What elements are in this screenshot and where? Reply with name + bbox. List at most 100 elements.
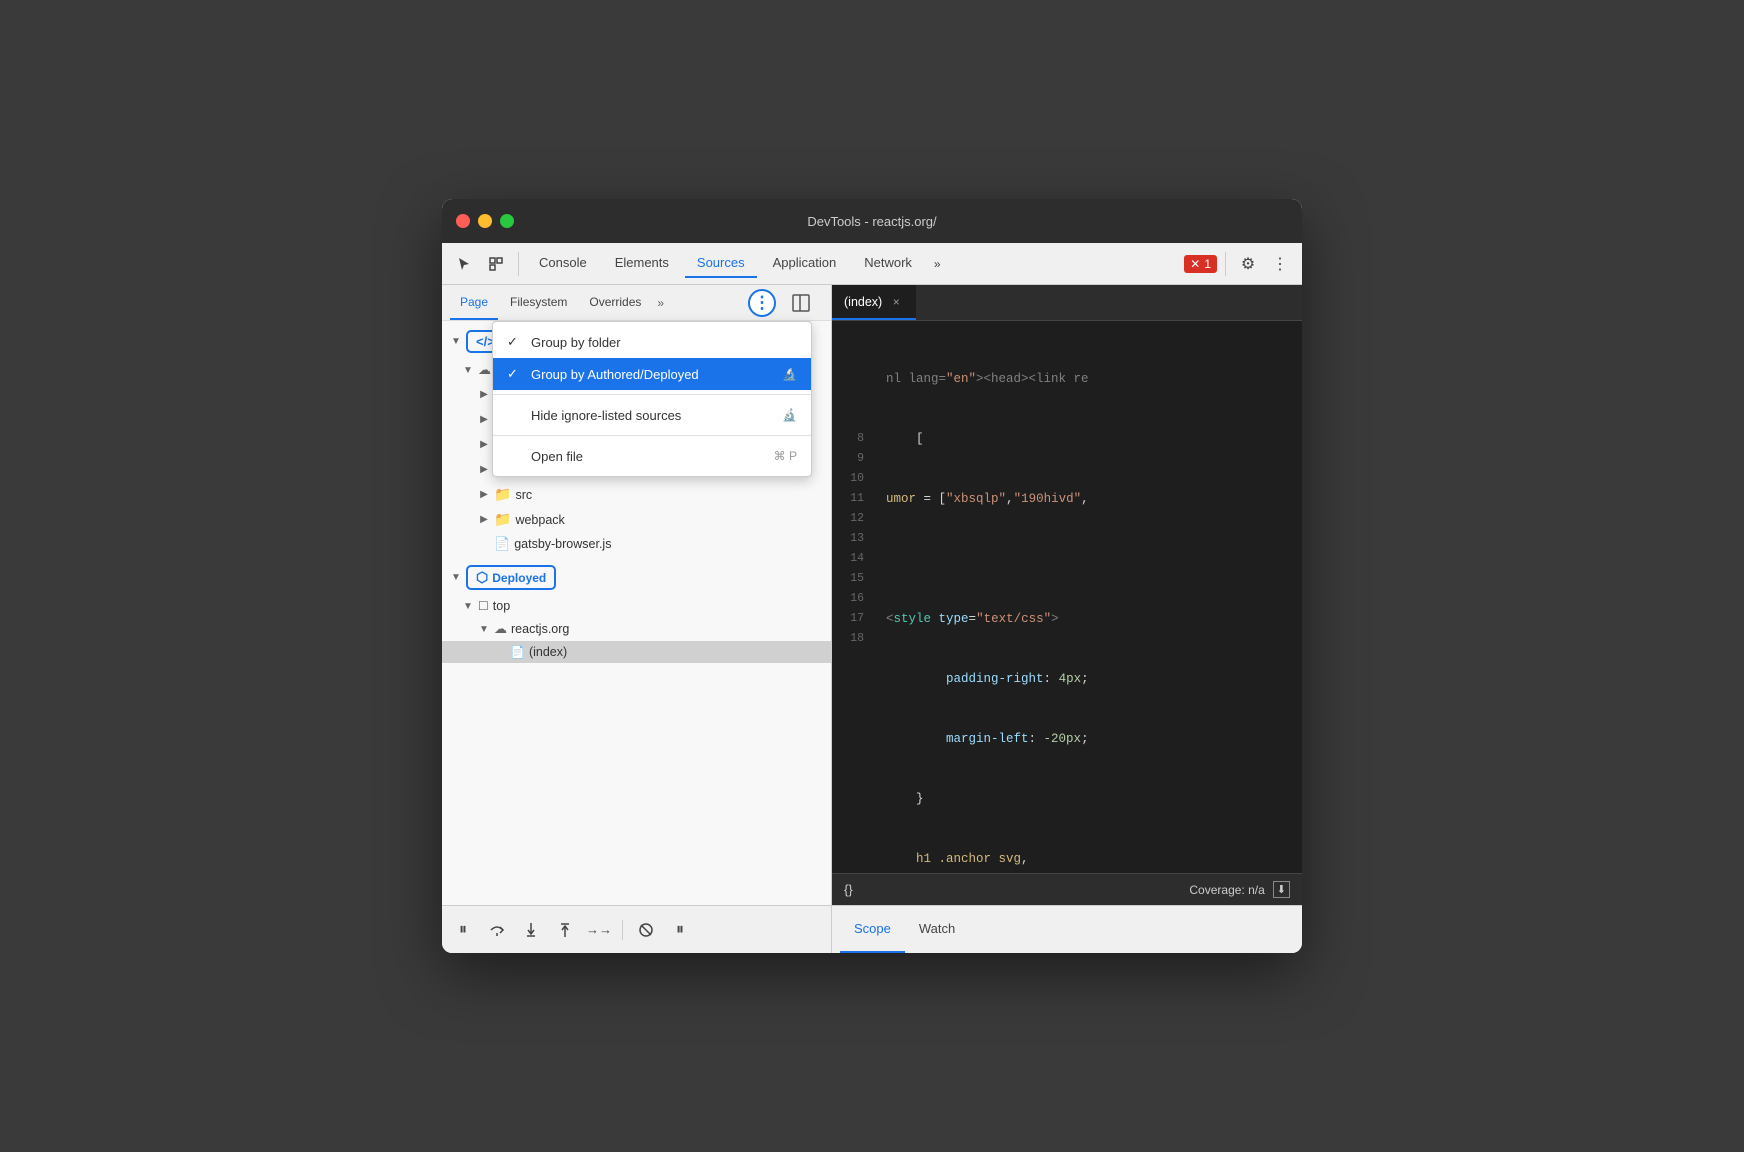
code-line-10: } — [886, 789, 1290, 809]
menu-trigger-button[interactable]: ⋮ — [748, 289, 776, 317]
editor-tab-index[interactable]: (index) × — [832, 285, 916, 320]
tab-sources[interactable]: Sources — [685, 250, 757, 278]
reactjs-folder[interactable]: ▼ ☁ reactjs.org — [442, 617, 831, 641]
reactjs-label: reactjs.org — [511, 622, 569, 636]
gatsby-browser-file[interactable]: 📄 gatsby-browser.js — [442, 532, 831, 556]
experimental-icon-2: 🔬 — [782, 408, 797, 422]
minimize-button[interactable] — [478, 214, 492, 228]
tab-close-button[interactable]: × — [888, 294, 904, 310]
src-folder[interactable]: ▶ 📁 src — [442, 482, 831, 507]
line-num-9: 9 — [832, 449, 874, 469]
code-line-2: [ — [886, 429, 1290, 449]
line-num-1 — [832, 329, 874, 349]
deployed-label: Deployed — [492, 571, 546, 585]
top-label: top — [493, 599, 510, 613]
tab-watch[interactable]: Watch — [905, 906, 969, 953]
code-gutter: 8 9 10 11 12 13 14 15 16 17 18 — [832, 321, 874, 873]
webpack-arrow: ▼ — [462, 364, 474, 376]
settings-button[interactable]: ⚙ — [1234, 250, 1262, 278]
close-button[interactable] — [456, 214, 470, 228]
menu-divider-2 — [493, 435, 811, 436]
format-button[interactable]: {} — [844, 882, 853, 897]
menu-divider — [493, 394, 811, 395]
line-num-2 — [832, 349, 874, 369]
code-line-1: nl lang="en"><head><link re — [886, 369, 1290, 389]
webpack-child-arrow: ▶ — [478, 514, 490, 526]
deployed-box-icon: ⬡ — [476, 569, 488, 586]
deactivate-button[interactable] — [633, 917, 659, 943]
line-num-17: 17 — [832, 609, 874, 629]
step-over-button[interactable] — [484, 917, 510, 943]
right-panel: (index) × 8 9 10 11 12 13 — [832, 285, 1302, 905]
editor-tab-label: (index) — [844, 295, 882, 309]
menu-label-group-folder: Group by folder — [531, 335, 797, 350]
gatsby-browser-label: gatsby-browser.js — [514, 537, 611, 551]
tab-elements[interactable]: Elements — [603, 250, 681, 278]
maximize-button[interactable] — [500, 214, 514, 228]
code-content[interactable]: nl lang="en"><head><link re [ umor = ["x… — [874, 321, 1302, 873]
top-folder[interactable]: ▼ ☐ top — [442, 595, 831, 617]
tab-network[interactable]: Network — [852, 250, 924, 278]
dropdown-menu: ✓ Group by folder ✓ Group by Authored/De… — [492, 321, 812, 477]
tab-filesystem[interactable]: Filesystem — [500, 285, 577, 320]
deployed-section-header[interactable]: ▼ ⬡ Deployed — [442, 560, 831, 595]
line-num-18: 18 — [832, 629, 874, 649]
menu-item-group-folder[interactable]: ✓ Group by folder — [493, 326, 811, 358]
tab-application[interactable]: Application — [761, 250, 849, 278]
menu-label-hide-ignored: Hide ignore-listed sources — [531, 408, 774, 423]
code-line-4 — [886, 549, 1290, 569]
line-num-4 — [832, 389, 874, 409]
line-num-10: 10 — [832, 469, 874, 489]
cloud-icon: ☁ — [478, 362, 491, 378]
src-label: src — [515, 488, 532, 502]
code-editor[interactable]: 8 9 10 11 12 13 14 15 16 17 18 nl lang="… — [832, 321, 1302, 873]
menu-label-group-authored: Group by Authored/Deployed — [531, 367, 774, 382]
top-arrow: ▼ — [462, 600, 474, 612]
reactjs-arrow: ▼ — [478, 623, 490, 635]
step-button[interactable]: →→ — [586, 917, 612, 943]
tab-page[interactable]: Page — [450, 285, 498, 320]
check-icon-group-folder: ✓ — [507, 334, 523, 350]
buildin-arrow: ▶ — [478, 389, 490, 401]
layers-button[interactable] — [482, 250, 510, 278]
content-area: Page Filesystem Overrides » ⋮ ✓ Group by… — [442, 285, 1302, 905]
panel-collapse-button[interactable] — [787, 289, 815, 317]
menu-item-hide-ignored[interactable]: ✓ Hide ignore-listed sources 🔬 — [493, 399, 811, 431]
menu-item-group-authored[interactable]: ✓ Group by Authored/Deployed 🔬 — [493, 358, 811, 390]
more-options-button[interactable]: ⋮ — [1266, 250, 1294, 278]
experimental-icon-1: 🔬 — [782, 367, 797, 381]
folder-icon-webpack-child: 📁 — [494, 511, 511, 528]
sub-more-button[interactable]: » — [653, 296, 668, 310]
code-status-bar: {} Coverage: n/a ⬇ — [832, 873, 1302, 905]
webpack-folder-child[interactable]: ▶ 📁 webpack — [442, 507, 831, 532]
line-num-12: 12 — [832, 509, 874, 529]
tab-overrides[interactable]: Overrides — [579, 285, 651, 320]
line-num-3 — [832, 369, 874, 389]
tab-console[interactable]: Console — [527, 250, 599, 278]
error-badge[interactable]: ✕ 1 — [1184, 255, 1217, 273]
step-out-button[interactable] — [552, 917, 578, 943]
deployed-badge: ⬡ Deployed — [466, 565, 556, 590]
cursor-tool-button[interactable] — [450, 250, 478, 278]
traffic-lights — [456, 214, 514, 228]
step-into-button[interactable] — [518, 917, 544, 943]
line-num-5 — [832, 409, 874, 429]
more-tabs-button[interactable]: » — [928, 257, 947, 271]
menu-item-open-file[interactable]: ✓ Open file ⌘ P — [493, 440, 811, 472]
check-icon-group-authored: ✓ — [507, 366, 523, 382]
webpack-child-label: webpack — [515, 513, 564, 527]
index-label: (index) — [529, 645, 567, 659]
toolbar-divider-2 — [1225, 252, 1226, 276]
debug-divider — [622, 920, 623, 940]
code-line-8: padding-right: 4px; — [886, 669, 1290, 689]
debug-controls: ⏸ — [442, 906, 832, 953]
devtools-window: DevTools - reactjs.org/ Console Elements… — [442, 199, 1302, 953]
tab-scope[interactable]: Scope — [840, 906, 905, 953]
index-file[interactable]: 📄 (index) — [442, 641, 831, 663]
status-right: Coverage: n/a ⬇ — [1189, 881, 1290, 898]
line-num-11: 11 — [832, 489, 874, 509]
pause-button[interactable]: ⏸ — [450, 917, 476, 943]
sub-toolbar: Page Filesystem Overrides » ⋮ ✓ Group by… — [442, 285, 831, 321]
coverage-download-icon[interactable]: ⬇ — [1273, 881, 1290, 898]
pause2-button[interactable]: ⏸ — [667, 917, 693, 943]
